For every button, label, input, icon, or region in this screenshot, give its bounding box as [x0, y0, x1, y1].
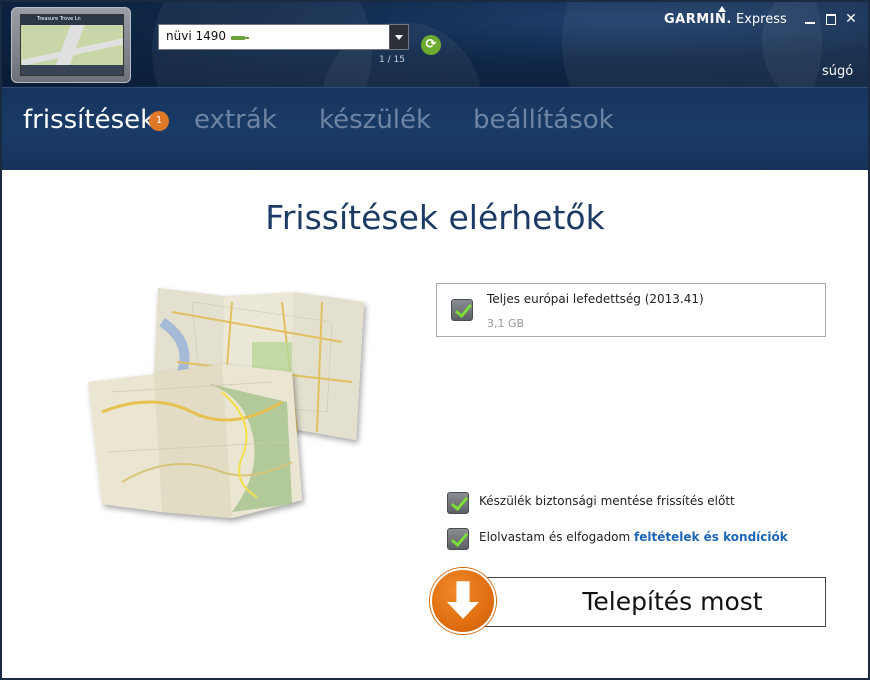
update-name: Teljes európai lefedettség (2013.41) — [487, 292, 704, 306]
terms-link[interactable]: feltételek és kondíciók — [634, 530, 788, 544]
tab-device[interactable]: készülék — [319, 105, 431, 135]
usb-plug-icon — [231, 36, 249, 40]
device-thumbnail[interactable]: Treasure Trove Ln — [11, 7, 131, 83]
close-icon[interactable]: ✕ — [844, 11, 858, 27]
update-size: 3,1 GB — [487, 317, 525, 330]
install-now-button[interactable]: Telepítés most — [463, 577, 826, 627]
brand-name: GARMIN. — [664, 12, 732, 27]
backup-checkbox[interactable] — [447, 492, 469, 514]
update-checkbox[interactable] — [451, 299, 473, 321]
device-select-dropdown[interactable]: nüvi 1490 — [158, 24, 409, 50]
tab-extras[interactable]: extrák — [194, 105, 277, 135]
header: Treasure Trove Ln nüvi 1490 1 / 15 ⟳ GAR… — [2, 2, 868, 87]
updates-count-badge: 1 — [149, 111, 169, 131]
chevron-down-icon[interactable] — [389, 25, 408, 49]
refresh-icon[interactable]: ⟳ — [421, 35, 441, 55]
page-title: Frissítések elérhetők — [265, 198, 605, 237]
download-arrow-icon[interactable] — [430, 568, 496, 634]
device-thumb-street: Treasure Trove Ln — [37, 16, 81, 22]
device-select-value: nüvi 1490 — [166, 29, 226, 43]
brand-product: Express — [735, 12, 787, 27]
tab-updates[interactable]: frissítések — [23, 105, 155, 135]
backup-label: Készülék biztonsági mentése frissítés el… — [479, 494, 735, 508]
update-item[interactable]: Teljes európai lefedettség (2013.41) 3,1… — [436, 283, 826, 337]
device-screen-image: Treasure Trove Ln — [20, 14, 124, 76]
maximize-button[interactable] — [824, 11, 838, 27]
help-link[interactable]: súgó — [822, 64, 853, 79]
install-now-label: Telepítés most — [582, 587, 763, 616]
brand-logo: GARMIN. Express — [664, 12, 787, 27]
main-nav: frissítések 1 extrák készülék beállításo… — [2, 87, 868, 170]
terms-prefix: Elolvastam és elfogadom — [479, 530, 635, 544]
terms-label: Elolvastam és elfogadom feltételek és ko… — [479, 530, 788, 544]
terms-checkbox[interactable] — [447, 528, 469, 550]
device-count: 1 / 15 — [379, 55, 405, 65]
minimize-button[interactable] — [803, 11, 817, 27]
maps-illustration — [88, 288, 364, 518]
garmin-express-window: Treasure Trove Ln nüvi 1490 1 / 15 ⟳ GAR… — [0, 0, 870, 680]
tab-settings[interactable]: beállítások — [473, 105, 614, 135]
